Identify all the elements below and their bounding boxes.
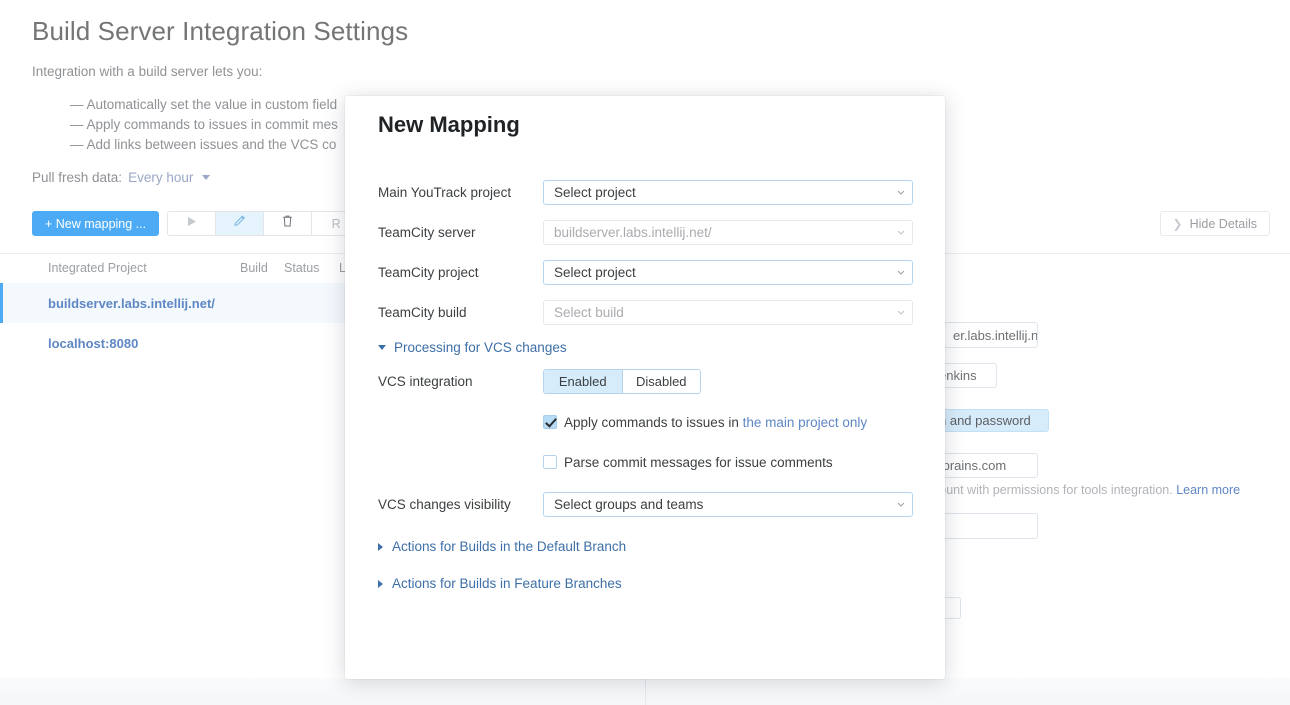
details-extra-field[interactable] [930, 513, 1038, 539]
select-value: buildserver.labs.intellij.net/ [554, 225, 712, 240]
screen: Build Server Integration Settings Integr… [0, 0, 1290, 705]
vcs-integration-toggle: Enabled Disabled [543, 369, 701, 394]
apply-commands-text: Apply commands to issues in [564, 415, 739, 430]
select-value: Select project [554, 265, 636, 280]
triangle-right-icon [378, 580, 383, 588]
field-label: TeamCity project [378, 265, 543, 280]
default-branch-actions-label: Actions for Builds in the Default Branch [392, 539, 626, 554]
apply-commands-checkbox[interactable] [543, 415, 557, 429]
column-header-project: Integrated Project [48, 261, 240, 275]
details-note-text: count with permissions for tools integra… [933, 483, 1173, 497]
default-branch-actions-toggle[interactable]: Actions for Builds in the Default Branch [378, 539, 918, 554]
details-auth-chip[interactable]: n and password [930, 409, 1049, 432]
vcs-integration-enabled-option[interactable]: Enabled [544, 370, 622, 393]
chevron-right-icon: ❯ [1173, 217, 1183, 231]
feature-branches-actions-label: Actions for Builds in Feature Branches [392, 576, 622, 591]
vcs-integration-disabled-option[interactable]: Disabled [622, 370, 701, 393]
field-teamcity-build: TeamCity build Select build [378, 300, 918, 325]
field-label: VCS changes visibility [378, 497, 543, 512]
dialog-title: New Mapping [378, 112, 520, 138]
details-small-field[interactable] [943, 597, 961, 619]
chevron-down-icon[interactable] [202, 175, 210, 180]
field-label: TeamCity server [378, 225, 543, 240]
field-vcs-integration: VCS integration Enabled Disabled [378, 369, 918, 394]
new-mapping-dialog: New Mapping Main YouTrack project Select… [345, 96, 945, 679]
list-item: — Add links between issues and the VCS c… [70, 135, 338, 155]
triangle-right-icon [378, 543, 383, 551]
triangle-down-icon [378, 345, 386, 350]
pull-fresh-data-value[interactable]: Every hour [128, 170, 193, 185]
benefit-list: — Automatically set the value in custom … [70, 95, 338, 155]
feature-branches-actions-toggle[interactable]: Actions for Builds in Feature Branches [378, 576, 918, 591]
main-project-only-link[interactable]: the main project only [743, 415, 868, 430]
field-label: TeamCity build [378, 305, 543, 320]
chevron-down-icon [897, 269, 904, 276]
field-label: Main YouTrack project [378, 185, 543, 200]
details-permissions-note: count with permissions for tools integra… [933, 483, 1240, 497]
teamcity-build-select[interactable]: Select build [543, 300, 913, 325]
mappings-toolbar: + New mapping ... [32, 211, 361, 236]
vcs-section-label: Processing for VCS changes [394, 340, 567, 355]
field-main-youtrack-project: Main YouTrack project Select project [378, 180, 918, 205]
chevron-down-icon [897, 229, 904, 236]
edit-mapping-button[interactable] [216, 212, 264, 235]
refresh-label: R [332, 217, 341, 231]
field-vcs-changes-visibility: VCS changes visibility Select groups and… [378, 492, 918, 517]
pull-fresh-data-label: Pull fresh data: [32, 170, 122, 185]
parse-commit-messages-label: Parse commit messages for issue comments [564, 455, 833, 470]
delete-mapping-button[interactable] [264, 212, 312, 235]
select-value: Select groups and teams [554, 497, 703, 512]
row-parse-commit-messages: Parse commit messages for issue comments [378, 452, 918, 472]
list-item: — Apply commands to issues in commit mes [70, 115, 338, 135]
field-teamcity-server: TeamCity server buildserver.labs.intelli… [378, 220, 918, 245]
hide-details-label: Hide Details [1190, 217, 1257, 231]
row-project-name: buildserver.labs.intellij.net/ [48, 296, 215, 311]
bottom-vertical-divider [645, 678, 646, 705]
run-mapping-button[interactable] [168, 212, 216, 235]
dialog-form: Main YouTrack project Select project Tea… [378, 180, 918, 613]
learn-more-link[interactable]: Learn more [1176, 483, 1240, 497]
row-project-name: localhost:8080 [48, 336, 138, 351]
chevron-down-icon [897, 309, 904, 316]
teamcity-server-select[interactable]: buildserver.labs.intellij.net/ [543, 220, 913, 245]
play-icon [185, 215, 198, 233]
details-email-field[interactable]: tbrains.com [930, 453, 1038, 478]
intro-text: Integration with a build server lets you… [32, 64, 262, 79]
page-title: Build Server Integration Settings [32, 16, 408, 47]
field-label: VCS integration [378, 374, 543, 389]
chevron-down-icon [897, 189, 904, 196]
vcs-changes-section-toggle[interactable]: Processing for VCS changes [378, 340, 918, 355]
parse-commit-messages-checkbox[interactable] [543, 455, 557, 469]
vcs-changes-visibility-select[interactable]: Select groups and teams [543, 492, 913, 517]
pull-fresh-data-row: Pull fresh data: Every hour [32, 170, 210, 185]
teamcity-project-select[interactable]: Select project [543, 260, 913, 285]
column-header-status: Status [284, 261, 339, 275]
select-value: Select build [554, 305, 624, 320]
new-mapping-button[interactable]: + New mapping ... [32, 211, 159, 236]
pencil-icon [233, 214, 247, 233]
toolbar-button-group: R [167, 211, 361, 236]
field-teamcity-project: TeamCity project Select project [378, 260, 918, 285]
trash-icon [281, 214, 294, 233]
select-value: Select project [554, 185, 636, 200]
row-apply-commands: Apply commands to issues in the main pro… [378, 412, 918, 432]
apply-commands-label: Apply commands to issues in the main pro… [564, 415, 867, 430]
details-server-url-field[interactable]: er.labs.intellij.n [944, 322, 1038, 348]
main-youtrack-project-select[interactable]: Select project [543, 180, 913, 205]
list-item: — Automatically set the value in custom … [70, 95, 338, 115]
hide-details-button[interactable]: ❯ Hide Details [1160, 211, 1270, 236]
column-header-build: Build [240, 261, 284, 275]
chevron-down-icon [897, 501, 904, 508]
